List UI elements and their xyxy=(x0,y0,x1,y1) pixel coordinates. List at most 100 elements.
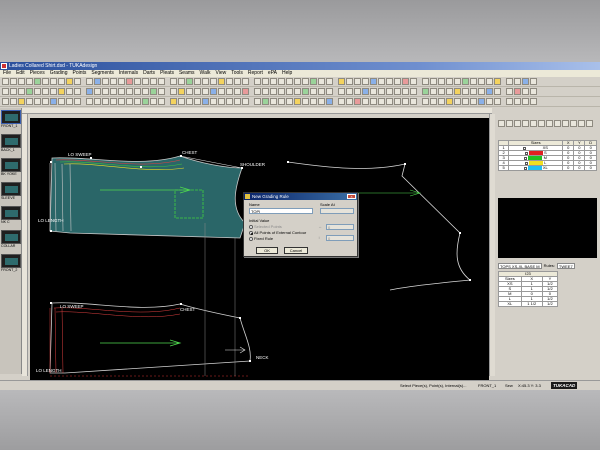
tool-button[interactable] xyxy=(26,98,33,105)
tool-button[interactable] xyxy=(10,98,17,105)
tool-button[interactable] xyxy=(134,98,141,105)
tool-button[interactable] xyxy=(394,78,401,85)
tool-button[interactable] xyxy=(410,88,417,95)
menu-file[interactable]: File xyxy=(3,70,11,77)
tool-button[interactable] xyxy=(462,78,469,85)
tool-button[interactable] xyxy=(430,98,437,105)
tool-button[interactable] xyxy=(42,98,49,105)
tool-button[interactable] xyxy=(26,78,33,85)
tool-button[interactable] xyxy=(470,78,477,85)
grading-tool-button[interactable] xyxy=(498,120,505,127)
tool-button[interactable] xyxy=(522,88,529,95)
piece-thumb-collar[interactable]: COLLAR xyxy=(1,230,21,248)
tool-button[interactable] xyxy=(354,98,361,105)
tool-button[interactable] xyxy=(338,88,345,95)
tool-button[interactable] xyxy=(410,98,417,105)
tool-button[interactable] xyxy=(302,98,309,105)
piece-thumb-bk-yoke[interactable]: BK YOKE xyxy=(1,158,21,176)
tool-button[interactable] xyxy=(58,78,65,85)
tool-button[interactable] xyxy=(462,88,469,95)
grade-row[interactable]: XL 1 1/2 1/2 xyxy=(498,301,559,307)
tool-button[interactable] xyxy=(310,98,317,105)
tool-button[interactable] xyxy=(486,88,493,95)
grading-tool-button[interactable] xyxy=(546,120,553,127)
tool-button[interactable] xyxy=(270,78,277,85)
menu-darts[interactable]: Darts xyxy=(143,70,155,77)
tool-button[interactable] xyxy=(326,98,333,105)
tool-button[interactable] xyxy=(234,98,241,105)
tool-button[interactable] xyxy=(202,88,209,95)
tool-button[interactable] xyxy=(262,88,269,95)
tool-button[interactable] xyxy=(26,88,33,95)
piece-thumb-back-1[interactable]: BACK_1 xyxy=(1,134,21,152)
tool-button[interactable] xyxy=(326,88,333,95)
tool-button[interactable] xyxy=(346,98,353,105)
tool-button[interactable] xyxy=(118,98,125,105)
menu-epa[interactable]: ePA xyxy=(268,70,277,77)
fixed-rule-radio[interactable] xyxy=(249,236,253,241)
tool-button[interactable] xyxy=(134,78,141,85)
tool-button[interactable] xyxy=(178,88,185,95)
tool-button[interactable] xyxy=(506,88,513,95)
piece-thumb-nk-c[interactable]: NK C xyxy=(1,206,21,224)
tool-button[interactable] xyxy=(430,78,437,85)
tool-button[interactable] xyxy=(218,78,225,85)
tool-button[interactable] xyxy=(310,78,317,85)
tool-button[interactable] xyxy=(118,78,125,85)
menu-grading[interactable]: Grading xyxy=(50,70,68,77)
tool-button[interactable] xyxy=(506,78,513,85)
tool-button[interactable] xyxy=(378,78,385,85)
tool-button[interactable] xyxy=(102,88,109,95)
rule-table-select[interactable]: TOPS XS-XL BASE M xyxy=(498,262,542,269)
tool-button[interactable] xyxy=(194,88,201,95)
rules-select[interactable]: TWEE7 xyxy=(556,262,575,269)
tool-button[interactable] xyxy=(102,98,109,105)
tool-button[interactable] xyxy=(470,98,477,105)
tool-button[interactable] xyxy=(210,78,217,85)
ok-button[interactable]: OK xyxy=(256,247,278,254)
tool-button[interactable] xyxy=(254,98,261,105)
tool-button[interactable] xyxy=(370,78,377,85)
tool-button[interactable] xyxy=(506,98,513,105)
tool-button[interactable] xyxy=(446,88,453,95)
tool-button[interactable] xyxy=(34,78,41,85)
menu-walk[interactable]: Walk xyxy=(200,70,211,77)
tool-button[interactable] xyxy=(286,98,293,105)
menu-pleats[interactable]: Pleats xyxy=(160,70,174,77)
tool-button[interactable] xyxy=(530,78,537,85)
all-points-radio[interactable] xyxy=(249,230,253,235)
tool-button[interactable] xyxy=(514,78,521,85)
scale-at-select[interactable] xyxy=(320,208,354,214)
tool-button[interactable] xyxy=(402,88,409,95)
tool-button[interactable] xyxy=(178,98,185,105)
tool-button[interactable] xyxy=(438,78,445,85)
tool-button[interactable] xyxy=(302,78,309,85)
tool-button[interactable] xyxy=(66,88,73,95)
tool-button[interactable] xyxy=(142,88,149,95)
tool-button[interactable] xyxy=(318,88,325,95)
tool-button[interactable] xyxy=(158,78,165,85)
tool-button[interactable] xyxy=(262,98,269,105)
tool-button[interactable] xyxy=(454,88,461,95)
tool-button[interactable] xyxy=(210,98,217,105)
tool-button[interactable] xyxy=(438,88,445,95)
grading-tool-button[interactable] xyxy=(562,120,569,127)
size-checkbox[interactable] xyxy=(523,166,527,170)
size-row[interactable]: 5 XL 0 0 0 xyxy=(497,165,597,172)
tool-button[interactable] xyxy=(94,98,101,105)
tool-button[interactable] xyxy=(118,88,125,95)
tool-button[interactable] xyxy=(370,88,377,95)
tool-button[interactable] xyxy=(242,88,249,95)
tool-button[interactable] xyxy=(194,98,201,105)
tool-button[interactable] xyxy=(386,88,393,95)
tool-button[interactable] xyxy=(286,78,293,85)
tool-button[interactable] xyxy=(150,88,157,95)
tool-button[interactable] xyxy=(234,78,241,85)
menu-internals[interactable]: Internals xyxy=(119,70,138,77)
tool-button[interactable] xyxy=(218,88,225,95)
menu-seams[interactable]: Seams xyxy=(179,70,195,77)
menu-view[interactable]: View xyxy=(215,70,226,77)
tool-button[interactable] xyxy=(202,98,209,105)
tool-button[interactable] xyxy=(318,78,325,85)
grading-tool-button[interactable] xyxy=(578,120,585,127)
